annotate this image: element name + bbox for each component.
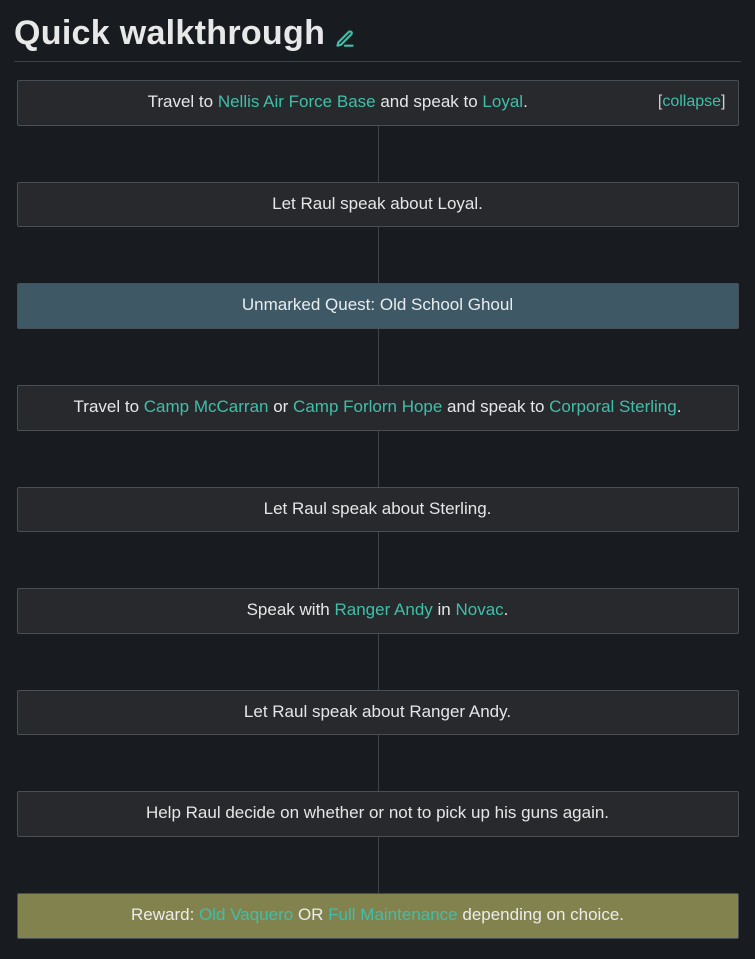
step-help-raul-decide: Help Raul decide on whether or not to pi… [17,791,739,837]
collapse-link[interactable]: collapse [662,93,721,110]
link-full-maintenance[interactable]: Full Maintenance [328,905,457,924]
link-nellis-afb[interactable]: Nellis Air Force Base [218,92,376,111]
walkthrough-flow: [collapse] Travel to Nellis Air Force Ba… [14,76,741,939]
step-text: Travel to Nellis Air Force Base and spea… [148,92,528,111]
step-quest-header: Unmarked Quest: Old School Ghoul [17,283,739,329]
step-raul-loyal: Let Raul speak about Loyal. [17,182,739,228]
step-ranger-andy: Speak with Ranger Andy in Novac. [17,588,739,634]
section-header: Quick walkthrough [14,14,741,62]
link-camp-mccarran[interactable]: Camp McCarran [144,397,269,416]
step-raul-sterling: Let Raul speak about Sterling. [17,487,739,533]
link-old-vaquero[interactable]: Old Vaquero [199,905,293,924]
step-travel-mccarran: Travel to Camp McCarran or Camp Forlorn … [17,385,739,431]
step-text: Let Raul speak about Loyal. [272,194,483,213]
step-text: Let Raul speak about Ranger Andy. [244,702,511,721]
step-text: Unmarked Quest: Old School Ghoul [242,295,513,314]
step-text: Help Raul decide on whether or not to pi… [146,803,609,822]
step-text: Let Raul speak about Sterling. [264,499,492,518]
section-title: Quick walkthrough [14,14,325,53]
step-text: Reward: Old Vaquero OR Full Maintenance … [131,905,624,924]
collapse-toggle[interactable]: [collapse] [646,90,726,113]
link-corporal-sterling[interactable]: Corporal Sterling [549,397,677,416]
step-raul-ranger-andy: Let Raul speak about Ranger Andy. [17,690,739,736]
step-text: Speak with Ranger Andy in Novac. [247,600,509,619]
step-text: Travel to Camp McCarran or Camp Forlorn … [74,397,682,416]
edit-icon[interactable] [335,29,355,49]
link-ranger-andy[interactable]: Ranger Andy [334,600,432,619]
step-travel-nellis: [collapse] Travel to Nellis Air Force Ba… [17,80,739,126]
step-reward: Reward: Old Vaquero OR Full Maintenance … [17,893,739,939]
link-camp-forlorn-hope[interactable]: Camp Forlorn Hope [293,397,442,416]
link-novac[interactable]: Novac [455,600,503,619]
page-root: Quick walkthrough [collapse] Travel to N… [0,0,755,959]
link-loyal[interactable]: Loyal [482,92,523,111]
